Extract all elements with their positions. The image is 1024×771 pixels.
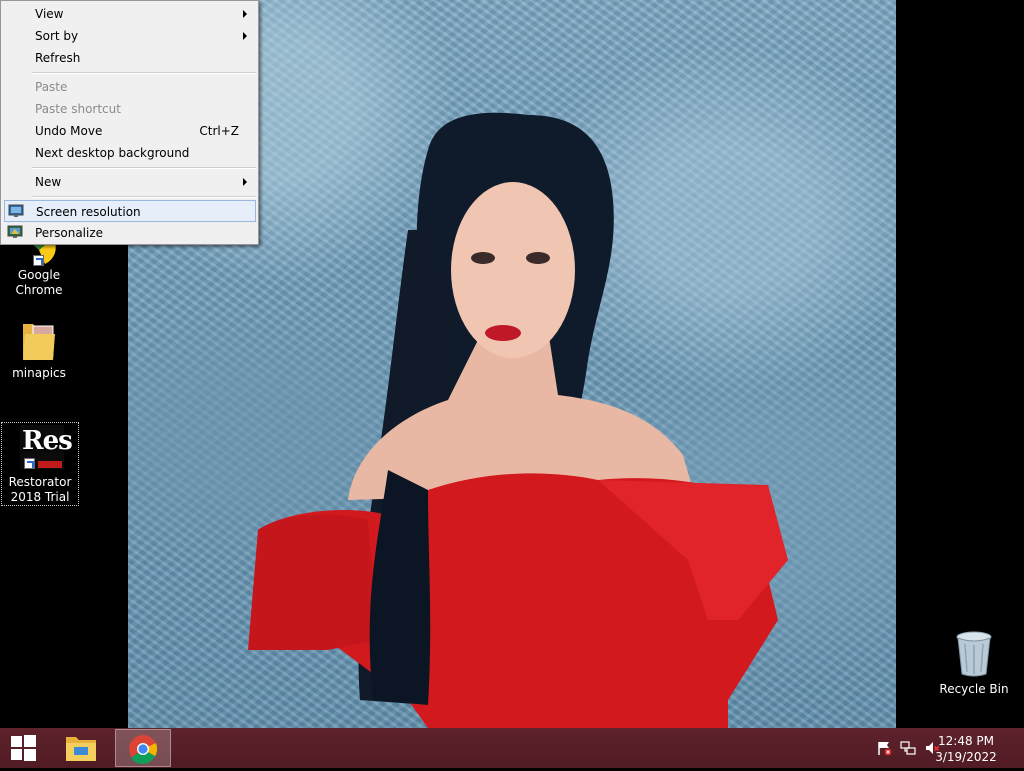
recycle-bin-icon [955, 630, 993, 678]
submenu-arrow-icon [243, 178, 247, 186]
menu-item-label: Screen resolution [36, 205, 141, 219]
menu-item-label: Refresh [35, 51, 81, 65]
personalize-icon [7, 225, 23, 239]
taskbar-google-chrome[interactable] [115, 729, 171, 767]
submenu-arrow-icon [243, 10, 247, 18]
desktop-context-menu: View Sort by Refresh Paste Paste shortcu… [0, 0, 259, 245]
action-center-flag-icon[interactable] [876, 740, 892, 756]
submenu-arrow-icon [243, 32, 247, 40]
desktop-icon-google-chrome[interactable]: Google Chrome [1, 238, 77, 298]
menu-item-label: Personalize [35, 226, 104, 240]
google-chrome-icon [129, 735, 158, 764]
menu-item-label: Paste shortcut [35, 102, 121, 116]
restorator-icon: Res [16, 425, 73, 471]
start-button[interactable] [0, 728, 48, 768]
menu-item-label: Next desktop background [35, 146, 190, 160]
network-icon[interactable] [900, 740, 916, 756]
icon-label-line2: Chrome [15, 283, 63, 297]
clock-time: 12:48 PM [938, 734, 994, 748]
desktop-icon-restorator[interactable]: Res Restorator 2018 Trial [1, 422, 79, 506]
menu-item-screen-resolution[interactable]: Screen resolution [4, 200, 256, 222]
menu-item-label: Undo Move [35, 124, 103, 138]
menu-separator [32, 196, 256, 198]
shortcut-arrow-icon [24, 458, 35, 469]
taskbar-file-explorer[interactable] [54, 729, 110, 767]
menu-item-shortcut: Ctrl+Z [199, 124, 239, 138]
shortcut-arrow-icon [33, 255, 44, 266]
menu-item-label: New [35, 175, 62, 189]
taskbar: 12:48 PM 3/19/2022 [0, 728, 1024, 768]
menu-item-label: Paste [35, 80, 68, 94]
clock-date: 3/19/2022 [935, 750, 997, 764]
folder-icon [19, 318, 59, 362]
menu-item-next-desktop-background[interactable]: Next desktop background [4, 142, 256, 164]
menu-item-paste-shortcut[interactable]: Paste shortcut [4, 98, 256, 120]
menu-item-label: View [35, 7, 64, 21]
file-explorer-icon [66, 737, 96, 761]
desktop-icon-recycle-bin[interactable]: Recycle Bin [936, 630, 1012, 697]
menu-item-new[interactable]: New [4, 171, 256, 193]
menu-item-personalize[interactable]: Personalize [4, 222, 256, 244]
menu-item-label: Sort by [35, 29, 79, 43]
icon-label-line2: 2018 Trial [10, 490, 70, 504]
icon-label: minapics [12, 366, 66, 380]
menu-item-view[interactable]: View [4, 3, 256, 25]
menu-item-paste[interactable]: Paste [4, 76, 256, 98]
menu-item-refresh[interactable]: Refresh [4, 47, 256, 69]
desktop-icon-minapics[interactable]: minapics [1, 318, 77, 381]
monitor-icon [8, 204, 24, 218]
menu-item-sort-by[interactable]: Sort by [4, 25, 256, 47]
menu-separator [32, 72, 256, 74]
clock[interactable]: 12:48 PM 3/19/2022 [926, 733, 1006, 765]
icon-label: Recycle Bin [939, 682, 1009, 696]
restorator-logo-text: Res [22, 426, 73, 456]
menu-item-undo-move[interactable]: Undo Move Ctrl+Z [4, 120, 256, 142]
menu-separator [32, 167, 256, 169]
icon-label: Google [17, 268, 61, 282]
icon-label: Restorator [8, 475, 72, 489]
